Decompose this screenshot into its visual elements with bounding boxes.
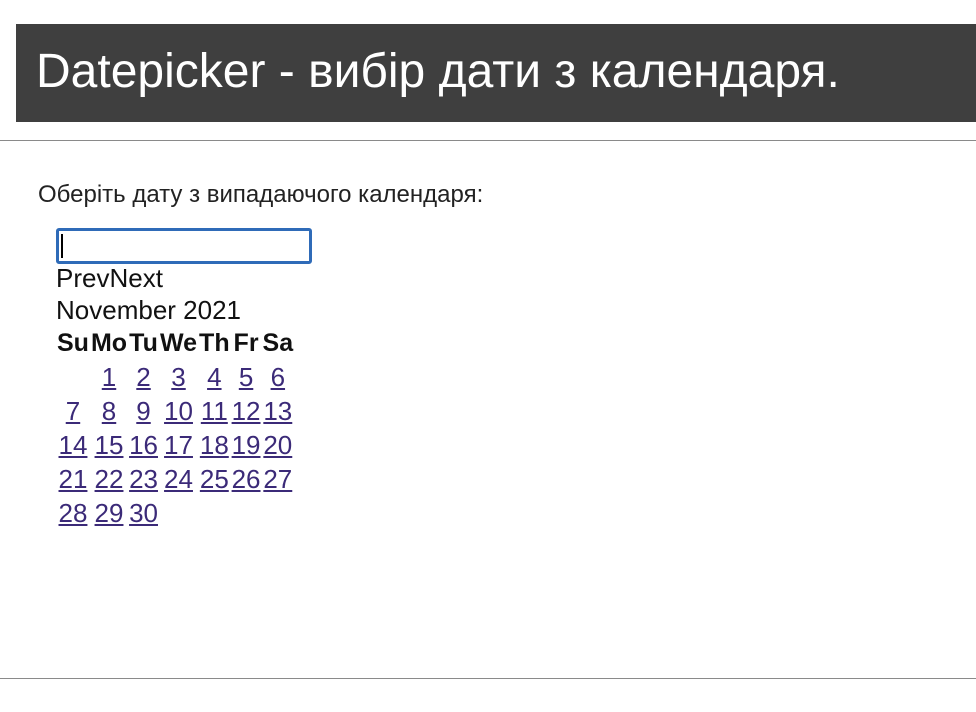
calendar-day-link[interactable]: 6 [271,362,285,392]
calendar-day-cell [198,496,231,530]
page-title: Datepicker - вибір дати з календаря. [36,45,840,98]
calendar-day-cell: 13 [262,394,295,428]
calendar-day-link[interactable]: 27 [263,464,292,494]
calendar-day-link[interactable]: 4 [207,362,221,392]
calendar-day-cell: 1 [90,360,128,394]
calendar-day-link[interactable]: 11 [201,396,228,426]
calendar-day-link[interactable]: 3 [171,362,185,392]
calendar-day-link[interactable]: 1 [102,362,116,392]
calendar-week-row: 28 29 30 [56,496,294,530]
weekday-header: Th [199,329,230,357]
calendar-week-row: 7 8 9 10 11 12 13 [56,394,294,428]
calendar-day-cell: 30 [128,496,159,530]
calendar-day-cell: 2 [128,360,159,394]
calendar-day-cell: 9 [128,394,159,428]
weekday-header: Su [57,329,89,357]
weekday-header: Sa [262,329,294,357]
calendar-day-cell: 17 [159,428,198,462]
datepicker-calendar: PrevNext November 2021 Su Mo Tu We Th Fr… [56,262,294,530]
calendar-week-row: 123456 [56,360,294,394]
calendar-day-link[interactable]: 19 [232,430,261,460]
calendar-day-cell: 12 [231,394,262,428]
calendar-day-link[interactable]: 16 [129,430,158,460]
date-input[interactable] [56,228,312,264]
weekday-header: We [159,329,198,357]
calendar-day-cell [262,496,295,530]
calendar-day-link[interactable]: 9 [136,396,150,426]
next-month-link[interactable]: Next [109,263,162,293]
calendar-day-link[interactable]: 7 [66,396,80,426]
calendar-day-link[interactable]: 12 [232,396,261,426]
calendar-day-link[interactable]: 13 [263,396,292,426]
calendar-day-link[interactable]: 20 [263,430,292,460]
calendar-day-cell [159,496,198,530]
top-divider [0,140,976,141]
page-header: Datepicker - вибір дати з календаря. [16,24,976,122]
calendar-day-link[interactable]: 17 [164,430,193,460]
calendar-day-cell: 15 [90,428,128,462]
calendar-day-link[interactable]: 2 [136,362,150,392]
calendar-day-cell: 24 [159,462,198,496]
calendar-day-cell: 4 [198,360,231,394]
calendar-day-cell: 28 [56,496,90,530]
calendar-week-row: 14 15 16 17 18 19 20 [56,428,294,462]
weekday-header: Mo [90,329,128,357]
calendar-day-link[interactable]: 18 [200,430,229,460]
calendar-day-cell: 27 [262,462,295,496]
calendar-day-link[interactable]: 10 [164,396,193,426]
calendar-grid: Su Mo Tu We Th Fr Sa 1 2 3 4 5 6 7 8 9 10 11 12 13 14… [56,326,294,530]
calendar-day-cell: 6 [262,360,295,394]
calendar-day-link[interactable]: 8 [102,396,116,426]
calendar-day-cell: 3 [159,360,198,394]
calendar-day-cell: 10 [159,394,198,428]
weekday-header: Fr [233,329,259,357]
calendar-day-link[interactable]: 15 [95,430,124,460]
calendar-day-link[interactable]: 29 [95,498,124,528]
calendar-day-cell: 25 [198,462,231,496]
calendar-day-cell: 7 [56,394,90,428]
calendar-day-cell: 16 [128,428,159,462]
calendar-day-link[interactable]: 23 [129,464,158,494]
calendar-week-row: 21 22 23 24 25 26 27 [56,462,294,496]
calendar-body: 1 2 3 4 5 6 7 8 9 10 11 12 13 14 15 16 17 18 19 20 21 22 23 24 2… [56,360,294,530]
calendar-day-link[interactable]: 21 [59,464,88,494]
calendar-day-cell [56,360,90,394]
calendar-day-cell: 23 [128,462,159,496]
calendar-day-cell: 21 [56,462,90,496]
calendar-day-cell: 5 [231,360,262,394]
calendar-day-cell: 26 [231,462,262,496]
prev-month-link[interactable]: Prev [56,263,109,293]
calendar-day-link[interactable]: 26 [232,464,261,494]
calendar-day-link[interactable]: 25 [200,464,229,494]
date-prompt-label: Оберіть дату з випадаючого календаря: [38,181,484,208]
calendar-day-link[interactable]: 22 [95,464,124,494]
calendar-day-cell: 22 [90,462,128,496]
text-caret [61,234,63,258]
calendar-day-cell: 8 [90,394,128,428]
calendar-day-cell [231,496,262,530]
calendar-day-cell: 29 [90,496,128,530]
weekday-header: Tu [129,329,158,357]
calendar-day-link[interactable]: 30 [129,498,158,528]
calendar-day-link[interactable]: 5 [239,362,253,392]
calendar-day-cell: 20 [262,428,295,462]
weekday-header-row: Su Mo Tu We Th Fr Sa [56,326,294,360]
calendar-day-cell: 14 [56,428,90,462]
calendar-day-cell: 19 [231,428,262,462]
datepicker-nav: PrevNext [56,262,294,294]
bottom-divider [0,678,976,679]
calendar-day-link[interactable]: 14 [59,430,88,460]
calendar-day-link[interactable]: 28 [59,498,88,528]
calendar-day-cell: 18 [198,428,231,462]
calendar-day-cell: 11 [198,394,231,428]
calendar-day-link[interactable]: 24 [164,464,193,494]
month-title: November 2021 [56,295,241,325]
